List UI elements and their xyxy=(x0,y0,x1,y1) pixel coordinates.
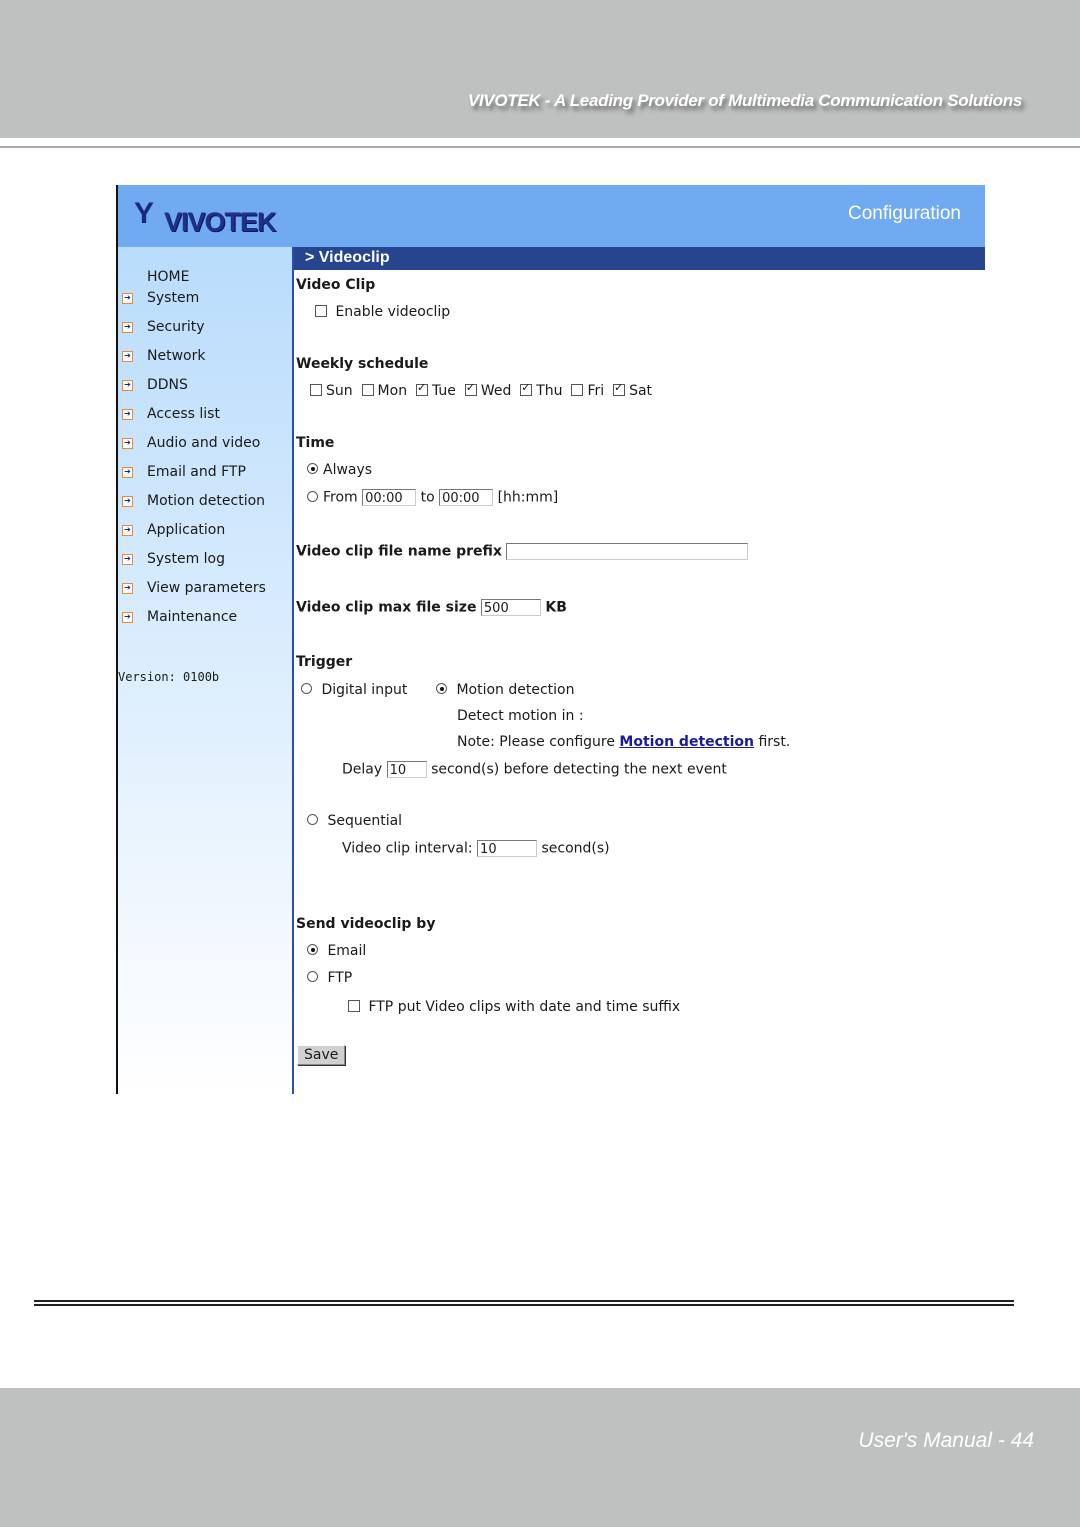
weekly-days-row: Sun Mon Tue Wed Thu Fri Sat xyxy=(310,381,652,399)
save-button[interactable]: Save xyxy=(297,1045,346,1065)
section-title: > Videoclip xyxy=(305,249,390,266)
arrow-right-icon: ➔ xyxy=(122,611,133,623)
page-number-label: User's Manual - 44 xyxy=(858,1429,1034,1452)
video-clip-heading: Video Clip xyxy=(296,277,376,293)
sidebar-item-email-ftp[interactable]: ➔ Email and FTP xyxy=(122,461,246,483)
day-mon-checkbox[interactable] xyxy=(361,384,374,396)
day-sun-checkbox[interactable] xyxy=(310,384,322,396)
send-heading: Send videoclip by xyxy=(296,916,436,932)
arrow-right-icon: ➔ xyxy=(122,350,133,362)
videoclip-form: Video Clip Enable videoclip Weekly sched… xyxy=(296,270,985,1094)
arrow-right-icon: ➔ xyxy=(122,466,133,478)
sidebar-item-network[interactable]: ➔ Network xyxy=(122,345,205,367)
send-ftp-row: FTP xyxy=(307,970,352,986)
day-tue-checkbox[interactable] xyxy=(415,381,428,396)
max-size-label: Video clip max file size xyxy=(296,599,477,616)
trigger-digital-radio[interactable] xyxy=(301,683,312,694)
app-header: Y VIVOTEK Configuration xyxy=(118,185,985,247)
trigger-motion-row: Motion detection xyxy=(436,682,574,698)
interval-row: Video clip interval: 10 second(s) xyxy=(342,840,610,857)
arrow-right-icon: ➔ xyxy=(122,379,133,391)
max-size-input[interactable]: 500 xyxy=(480,599,541,616)
interval-input[interactable]: 10 xyxy=(477,840,538,857)
time-always-radio[interactable] xyxy=(307,463,318,474)
sidebar-item-system[interactable]: ➔ System xyxy=(122,287,199,309)
day-sat[interactable]: Sat xyxy=(613,381,652,399)
page-tagline: VIVOTEK - A Leading Provider of Multimed… xyxy=(467,91,1022,110)
arrow-right-icon: ➔ xyxy=(122,495,133,507)
section-titlebar: > Videoclip xyxy=(294,247,985,270)
trigger-heading: Trigger xyxy=(296,654,353,670)
ftp-suffix-checkbox[interactable] xyxy=(348,1000,360,1012)
day-thu[interactable]: Thu xyxy=(520,381,563,399)
camera-logo-icon: Y xyxy=(134,197,155,230)
weekly-schedule-heading: Weekly schedule xyxy=(296,356,429,372)
arrow-right-icon: ➔ xyxy=(122,408,133,420)
day-sun[interactable]: Sun xyxy=(310,383,353,399)
detect-motion-label: Detect motion in : xyxy=(457,708,584,724)
sidebar-item-motion-detection[interactable]: ➔ Motion detection xyxy=(122,490,265,512)
sidebar-item-security[interactable]: ➔ Security xyxy=(122,316,205,338)
time-from-input[interactable]: 00:00 xyxy=(362,489,417,506)
page-header-band: VIVOTEK - A Leading Provider of Multimed… xyxy=(0,0,1080,138)
day-mon[interactable]: Mon xyxy=(361,383,407,399)
day-wed-checkbox[interactable] xyxy=(464,381,477,396)
motion-detection-link[interactable]: Motion detection xyxy=(619,734,754,750)
trigger-sequential-radio[interactable] xyxy=(307,814,318,825)
delay-input[interactable]: 10 xyxy=(386,761,427,778)
prefix-row: Video clip file name prefix xyxy=(296,543,749,560)
sidebar-item-ddns[interactable]: ➔ DDNS xyxy=(122,374,188,396)
arrow-right-icon: ➔ xyxy=(122,553,133,565)
footer-rule xyxy=(34,1300,1014,1302)
send-email-row: Email xyxy=(307,943,366,959)
sidebar-item-audio-video[interactable]: ➔ Audio and video xyxy=(122,432,260,454)
sidebar-item-home[interactable]: HOME xyxy=(147,269,189,285)
time-heading: Time xyxy=(296,435,335,451)
vivotek-logo: Y VIVOTEK xyxy=(134,197,294,237)
max-size-unit: KB xyxy=(545,599,567,616)
enable-videoclip-row: Enable videoclip xyxy=(315,304,450,320)
prefix-input[interactable] xyxy=(506,543,749,560)
time-from-radio[interactable] xyxy=(307,490,318,502)
trigger-sequential-row: Sequential xyxy=(307,813,402,829)
sidebar-item-view-parameters[interactable]: ➔ View parameters xyxy=(122,577,266,599)
day-sat-checkbox[interactable] xyxy=(613,381,626,396)
sidebar-item-maintenance[interactable]: ➔ Maintenance xyxy=(122,606,237,628)
trigger-motion-radio[interactable] xyxy=(436,683,447,694)
arrow-right-icon: ➔ xyxy=(122,582,133,594)
configuration-screenshot: Y VIVOTEK Configuration HOME ➔ System ➔ Se… xyxy=(116,185,985,1094)
arrow-right-icon: ➔ xyxy=(122,437,133,449)
arrow-right-icon: ➔ xyxy=(122,292,133,304)
header-rule xyxy=(0,146,1080,148)
day-fri-checkbox[interactable] xyxy=(571,384,584,396)
ftp-suffix-row: FTP put Video clips with date and time s… xyxy=(348,999,680,1015)
time-always-row: Always xyxy=(307,462,372,478)
time-format-hint: [hh:mm] xyxy=(497,489,559,506)
arrow-right-icon: ➔ xyxy=(122,524,133,536)
send-email-radio[interactable] xyxy=(307,944,318,955)
sidebar-item-application[interactable]: ➔ Application xyxy=(122,519,225,541)
day-fri[interactable]: Fri xyxy=(571,383,604,399)
enable-videoclip-checkbox[interactable] xyxy=(315,305,327,317)
header-title: Configuration xyxy=(847,203,961,224)
time-to-input[interactable]: 00:00 xyxy=(439,489,494,506)
day-wed[interactable]: Wed xyxy=(464,381,511,399)
sidebar-item-system-log[interactable]: ➔ System log xyxy=(122,548,225,570)
max-size-row: Video clip max file size 500 KB xyxy=(296,599,567,616)
sidebar-item-access-list[interactable]: ➔ Access list xyxy=(122,403,220,425)
logo-text: VIVOTEK xyxy=(164,207,277,237)
arrow-right-icon: ➔ xyxy=(122,321,133,333)
day-tue[interactable]: Tue xyxy=(415,381,456,399)
delay-row: Delay 10 second(s) before detecting the … xyxy=(342,761,727,778)
sidebar: HOME ➔ System ➔ Security ➔ Network ➔ DDNS ➔ A… xyxy=(118,247,292,1094)
motion-note: Note: Please configure Motion detection … xyxy=(457,734,791,750)
prefix-label: Video clip file name prefix xyxy=(296,543,502,560)
page-footer-band: User's Manual - 44 xyxy=(0,1388,1080,1527)
send-ftp-radio[interactable] xyxy=(307,971,318,982)
version-label: Version: 0100b xyxy=(118,670,220,684)
trigger-digital-row: Digital input xyxy=(301,682,407,698)
day-thu-checkbox[interactable] xyxy=(520,381,533,396)
time-range-row: From 00:00 to 00:00 [hh:mm] xyxy=(307,489,558,506)
